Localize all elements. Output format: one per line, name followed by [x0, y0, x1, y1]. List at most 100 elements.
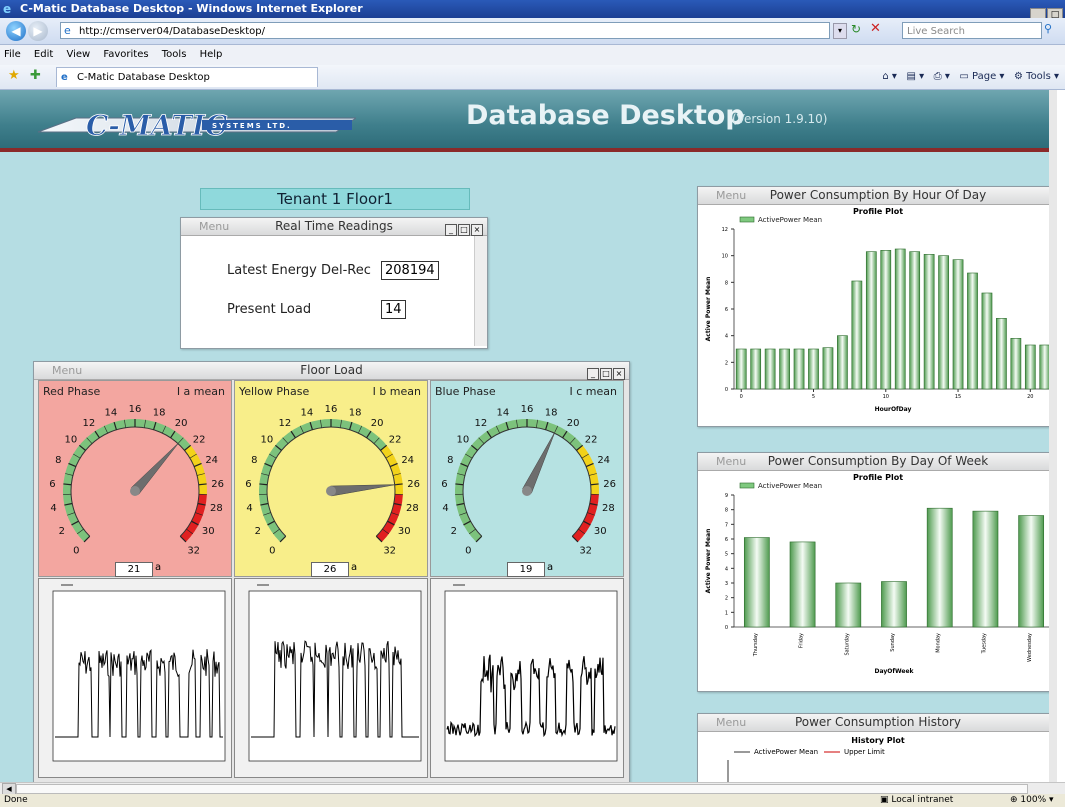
- menu-edit[interactable]: Edit: [34, 49, 53, 60]
- menu-tools[interactable]: Tools: [162, 49, 187, 60]
- menu-file[interactable]: File: [4, 49, 21, 60]
- tab-cmatic[interactable]: e C-Matic Database Desktop: [56, 67, 318, 87]
- gauge-tick: 24: [597, 455, 610, 466]
- hourly-header[interactable]: Menu Power Consumption By Hour Of Day: [698, 187, 1057, 205]
- energy-label: Latest Energy Del-Rec: [227, 263, 371, 278]
- chart-bar: [1018, 515, 1045, 628]
- tools-menu[interactable]: ⚙ Tools ▾: [1014, 71, 1059, 82]
- gauge-needle: [522, 431, 556, 494]
- banner-divider: [0, 148, 1057, 152]
- y-axis-label: Active Power Mean: [705, 277, 712, 342]
- x-tick-label: Thursday: [753, 633, 759, 657]
- gauge-tick: 14: [301, 408, 314, 419]
- history-title: Power Consumption History: [794, 715, 962, 729]
- page-vertical-scrollbar[interactable]: [1049, 90, 1057, 782]
- refresh-icon[interactable]: ↻: [851, 22, 861, 36]
- y-tick-label: 6: [725, 537, 728, 543]
- gauge-tick: 12: [475, 418, 488, 429]
- chart-bar: [735, 348, 747, 390]
- svg-text:SYSTEMS LTD.: SYSTEMS LTD.: [212, 122, 292, 130]
- phase-trend-plot: [38, 578, 232, 778]
- gauge-value: 21: [115, 562, 153, 577]
- history-header[interactable]: Menu Power Consumption History: [698, 714, 1057, 732]
- legend-swatch: [739, 482, 755, 489]
- floor-load-header[interactable]: Menu Floor Load _ □ ×: [34, 362, 629, 380]
- add-favorite-icon[interactable]: ✚: [30, 68, 41, 83]
- realtime-title: Real Time Readings: [275, 219, 393, 233]
- gauge-tick: 18: [349, 408, 362, 419]
- y-axis-label: Active Power Mean: [705, 529, 712, 594]
- chart-bar: [967, 272, 978, 390]
- chart-bar: [981, 292, 993, 390]
- app-version: (Version 1.9.10): [732, 112, 828, 126]
- gauge-tick: 0: [269, 546, 275, 557]
- floor-load-title: Floor Load: [300, 363, 363, 377]
- gauge-tick: 30: [202, 526, 215, 537]
- address-dropdown-icon[interactable]: ▾: [833, 23, 847, 39]
- close-icon[interactable]: ×: [613, 368, 625, 380]
- stop-icon[interactable]: ✕: [870, 21, 881, 36]
- menu-view[interactable]: View: [66, 49, 90, 60]
- maximize-icon[interactable]: □: [458, 224, 470, 236]
- gauge-tick: 8: [55, 455, 61, 466]
- page-menu[interactable]: ▭ Page ▾: [959, 71, 1004, 82]
- chart-bar: [764, 348, 776, 390]
- page-horizontal-scrollbar[interactable]: ◀: [0, 782, 1065, 796]
- x-tick-label: 0: [740, 394, 743, 400]
- daily-header[interactable]: Menu Power Consumption By Day Of Week: [698, 453, 1057, 471]
- page-content: C-MATIC SYSTEMS LTD. Database Desktop (V…: [0, 90, 1057, 782]
- window-title-bar: e C-Matic Database Desktop - Windows Inte…: [0, 0, 1065, 18]
- print-icon[interactable]: ⎙: [934, 71, 942, 82]
- gauge-tick: 30: [398, 526, 411, 537]
- minimize-icon[interactable]: _: [445, 224, 457, 236]
- back-button[interactable]: ◀: [6, 21, 26, 41]
- chart-bar: [880, 250, 892, 390]
- realtime-scrollbar[interactable]: [474, 236, 487, 346]
- cmatic-logo: C-MATIC SYSTEMS LTD.: [37, 109, 356, 140]
- scroll-thumb[interactable]: [16, 784, 1028, 794]
- forward-button[interactable]: ▶: [28, 21, 48, 41]
- hourly-chart: ActivePower Mean 0 2 4 6 8 10 12 0 5 10 15 20 Active …: [705, 216, 1052, 413]
- zone-text: ▣ Local intranet: [880, 795, 954, 805]
- favorites-star-icon[interactable]: ★: [8, 68, 20, 83]
- zoom-control[interactable]: ⊕ 100% ▾: [1010, 794, 1054, 807]
- history-chart-panel: Menu Power Consumption History History P…: [697, 713, 1057, 782]
- energy-value: 208194: [381, 261, 439, 280]
- home-icon[interactable]: ⌂: [882, 71, 888, 82]
- y-tick-label: 0: [725, 387, 728, 393]
- load-value: 14: [381, 300, 406, 319]
- y-tick-label: 8: [725, 280, 728, 286]
- gauge-tick: 32: [579, 546, 592, 557]
- feeds-icon[interactable]: ▤: [906, 71, 915, 82]
- menu-help[interactable]: Help: [200, 49, 223, 60]
- y-tick-label: 12: [722, 227, 728, 233]
- chart-bar: [822, 347, 834, 390]
- intranet-icon: ▣: [880, 795, 892, 805]
- maximize-icon[interactable]: □: [600, 368, 612, 380]
- search-icon[interactable]: ⚲: [1044, 22, 1052, 35]
- realtime-header[interactable]: Menu Real Time Readings _ □ ×: [181, 218, 487, 236]
- history-legend-mean: ActivePower Mean: [754, 748, 818, 756]
- address-toolbar: ◀ ▶ e http://cmserver04/DatabaseDesktop/ …: [0, 18, 1065, 45]
- favorites-bar: ★ ✚ e C-Matic Database Desktop ⌂ ▾ ▤ ▾ ⎙…: [0, 65, 1065, 90]
- window-title: C-Matic Database Desktop - Windows Inter…: [20, 2, 363, 15]
- gauge-tick: 12: [83, 418, 96, 429]
- gauge-tick: 26: [211, 479, 224, 490]
- close-icon[interactable]: ×: [471, 224, 483, 236]
- gauge-tick: 10: [456, 434, 469, 445]
- y-tick-label: 10: [722, 254, 728, 260]
- search-input[interactable]: Live Search: [902, 22, 1042, 39]
- gauge-yellow: Yellow Phase I b mean 0 2 4 6 8 10 12 14 16 18 20 22 2…: [234, 380, 428, 577]
- gauge-tick: 0: [73, 546, 79, 557]
- address-field[interactable]: e http://cmserver04/DatabaseDesktop/: [60, 22, 830, 39]
- x-tick-label: 20: [1027, 394, 1033, 400]
- x-tick-label: 5: [812, 394, 815, 400]
- gauge-tick: 14: [497, 408, 510, 419]
- gauge-tick: 12: [279, 418, 292, 429]
- legend-swatch: [739, 216, 755, 223]
- menu-favorites[interactable]: Favorites: [103, 49, 148, 60]
- chart-bar: [1010, 338, 1022, 390]
- minimize-icon[interactable]: _: [587, 368, 599, 380]
- gauge-needle: [330, 484, 397, 497]
- gauge-tick: 8: [251, 455, 257, 466]
